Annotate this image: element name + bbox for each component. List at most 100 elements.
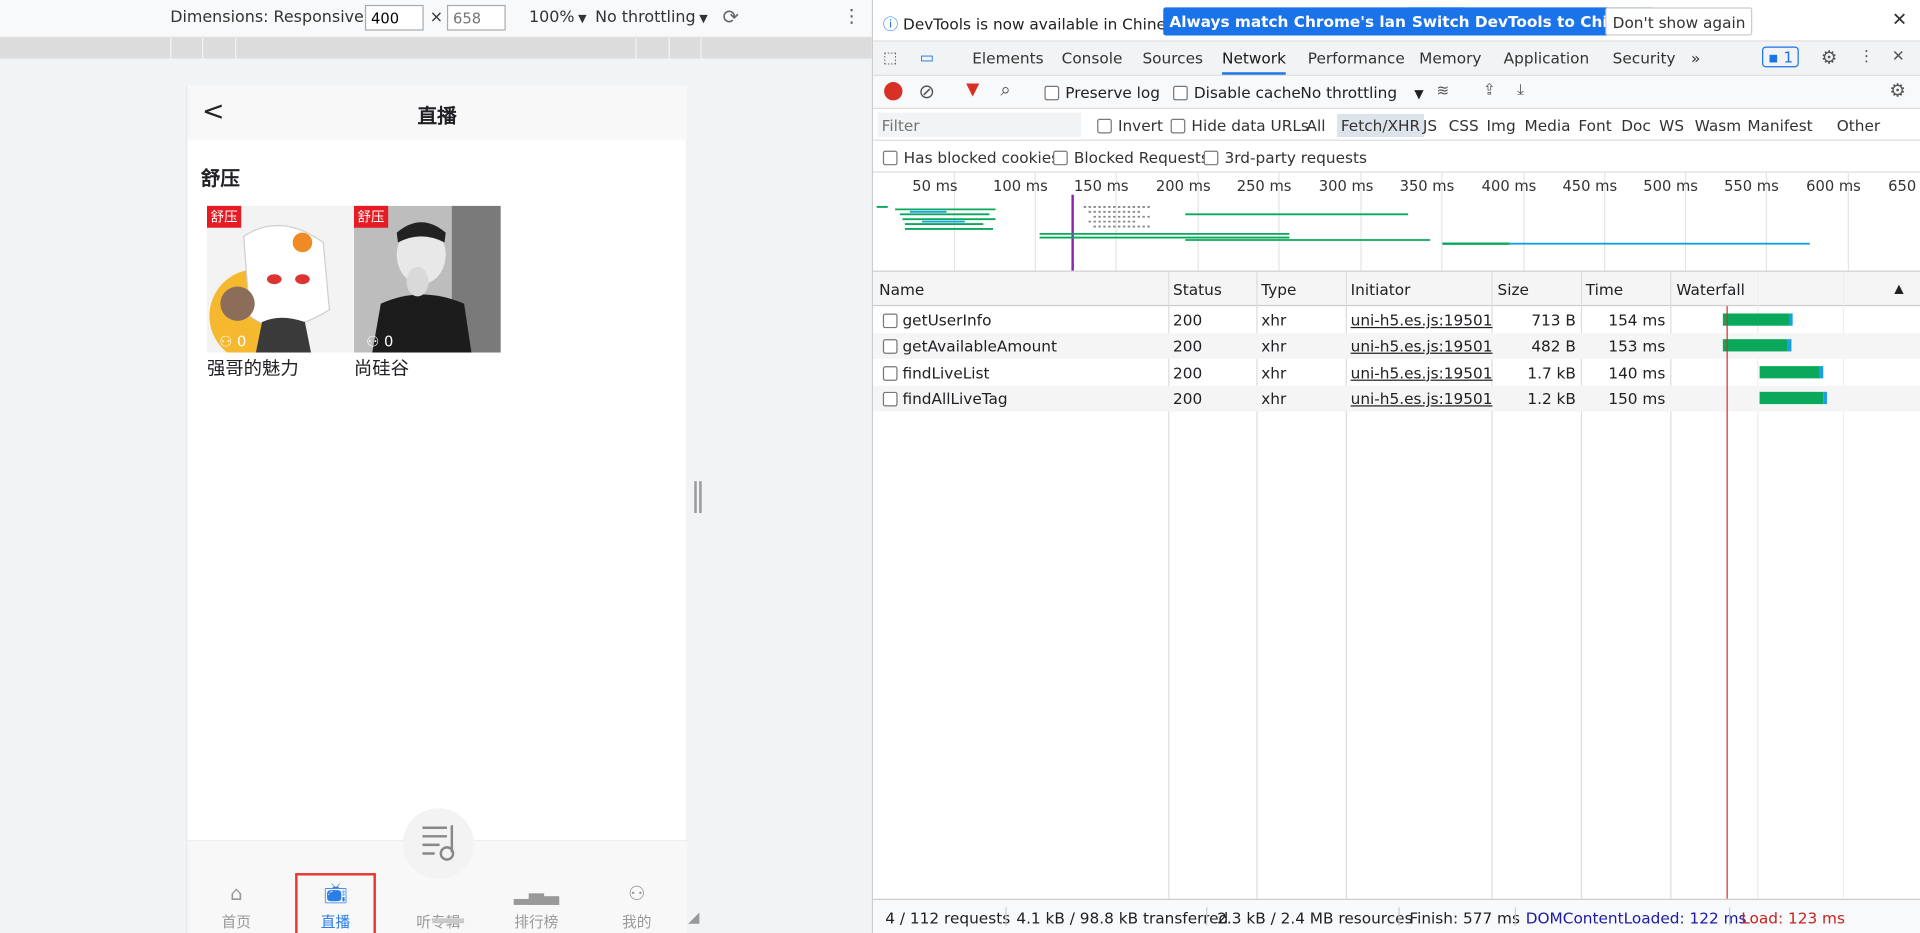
tab-memory[interactable]: Memory (1419, 49, 1481, 67)
finish-time: Finish: 577 ms (1409, 908, 1520, 927)
load-time: Load: 123 ms (1741, 908, 1845, 927)
import-har-icon[interactable]: ⇪ (1483, 80, 1496, 98)
row-select-checkbox[interactable] (882, 365, 898, 381)
filter-type-all[interactable]: All (1307, 116, 1326, 134)
filter-type-wasm[interactable]: Wasm (1695, 116, 1741, 134)
tab-security[interactable]: Security (1613, 49, 1676, 67)
has-blocked-cookies-checkbox[interactable]: Has blocked cookies (882, 148, 1059, 167)
tab-elements[interactable]: Elements (972, 49, 1043, 67)
live-card[interactable]: 舒压 ⚇ 0 (206, 205, 354, 353)
tab-album[interactable]: .听专辑 (402, 882, 475, 932)
issues-counter[interactable]: ▪ 1 (1762, 46, 1800, 68)
corner-resize-icon[interactable]: ◢ (688, 909, 699, 926)
export-har-icon[interactable]: ⤓ (1517, 80, 1524, 100)
network-settings-icon[interactable]: ⚙ (1889, 80, 1905, 102)
col-status[interactable]: Status (1173, 280, 1222, 298)
filter-type-fetch-xhr[interactable]: Fetch/XHR (1337, 113, 1424, 138)
overview-tick-label: 500 ms (1643, 177, 1698, 195)
overview-tick-label: 400 ms (1481, 177, 1537, 195)
close-devtools-icon[interactable]: ✕ (1892, 47, 1905, 65)
live-card[interactable]: 舒压 ⚇ 0 (353, 205, 501, 353)
live-card-title[interactable]: 强哥的魅力 (207, 355, 299, 381)
table-row[interactable]: getUserInfo 200 xhr uni-h5.es.js:19501 713 B… (873, 307, 1920, 333)
col-initiator[interactable]: Initiator (1351, 280, 1411, 298)
request-initiator[interactable]: uni-h5.es.js:19501 (1351, 337, 1493, 355)
dimensions-dropdown[interactable]: Dimensions: Responsive▼ (170, 9, 376, 27)
filter-type-manifest[interactable]: Manifest (1747, 116, 1812, 134)
customize-menu-icon[interactable]: ⋮ (1859, 47, 1874, 65)
request-name: findLiveList (902, 363, 990, 382)
request-count: 4 / 112 requests (885, 908, 1011, 927)
filter-type-css[interactable]: CSS (1449, 116, 1479, 134)
col-size[interactable]: Size (1498, 280, 1529, 298)
request-status: 200 (1173, 363, 1203, 382)
rotate-icon[interactable]: ⟳ (722, 5, 738, 28)
search-icon[interactable]: ⌕ (1000, 78, 1010, 100)
request-initiator[interactable]: uni-h5.es.js:19501 (1351, 311, 1493, 329)
tab-performance[interactable]: Performance (1308, 49, 1405, 67)
invert-checkbox[interactable]: Invert (1097, 116, 1163, 135)
height-input[interactable] (446, 4, 506, 31)
overview-tick-label: 600 ms (1806, 177, 1861, 195)
settings-icon[interactable]: ⚙ (1821, 47, 1837, 69)
filter-type-img[interactable]: Img (1487, 116, 1516, 134)
hide-data-urls-checkbox[interactable]: Hide data URLs (1170, 116, 1309, 135)
filter-type-media[interactable]: Media (1524, 116, 1570, 134)
filter-type-js[interactable]: JS (1423, 116, 1437, 134)
center-album-button[interactable] (402, 808, 474, 880)
tab-console[interactable]: Console (1062, 49, 1123, 67)
row-select-checkbox[interactable] (882, 339, 898, 355)
request-size: 1.7 kB (1527, 363, 1576, 382)
filter-type-font[interactable]: Font (1578, 116, 1611, 134)
width-input[interactable] (364, 4, 424, 31)
tab-mine[interactable]: ⚇ 我的 (600, 882, 673, 932)
more-tabs-icon[interactable]: » (1691, 49, 1700, 67)
timeline-overview[interactable]: 50 ms 100 ms 150 ms 200 ms 250 ms 300 ms 350 m… (873, 172, 1920, 272)
inspect-element-icon[interactable]: ⬚ (883, 48, 897, 66)
disable-cache-checkbox[interactable]: Disable cache (1173, 83, 1301, 102)
col-name[interactable]: Name (879, 280, 924, 298)
table-row[interactable]: getAvailableAmount 200 xhr uni-h5.es.js:195… (873, 333, 1920, 360)
waterfall-bar (1722, 339, 1792, 352)
col-time[interactable]: Time (1586, 280, 1623, 298)
tab-ranking[interactable]: ▂▄▃ 排行榜 (500, 882, 573, 932)
close-infobar-icon[interactable]: ✕ (1892, 9, 1907, 31)
row-select-checkbox[interactable] (882, 313, 898, 329)
more-options-icon[interactable]: ⋮ (842, 5, 860, 27)
tab-sources[interactable]: Sources (1142, 49, 1203, 67)
waterfall-download-segment (1787, 339, 1792, 352)
bottom-resize-handle[interactable] (432, 918, 465, 924)
third-party-requests-checkbox[interactable]: 3rd-party requests (1203, 148, 1367, 167)
infobar-message: ⓘ DevTools is now available in Chinese! (882, 14, 1190, 34)
zoom-dropdown[interactable]: 100% ▼ (529, 9, 587, 27)
tab-home[interactable]: ⌂ 首页 (200, 882, 273, 932)
col-type[interactable]: Type (1261, 280, 1296, 298)
tab-network[interactable]: Network (1222, 49, 1286, 75)
tab-application[interactable]: Application (1504, 49, 1590, 67)
request-initiator[interactable]: uni-h5.es.js:19501 (1351, 390, 1493, 408)
live-card-title[interactable]: 尚硅谷 (354, 355, 409, 381)
record-icon[interactable] (884, 82, 903, 101)
filter-icon[interactable]: ▼ (966, 80, 979, 100)
request-size: 713 B (1531, 311, 1576, 330)
col-waterfall[interactable]: Waterfall (1676, 280, 1745, 298)
table-row[interactable]: findAllLiveTag 200 xhr uni-h5.es.js:19501 1.… (873, 385, 1920, 412)
overview-tick-label: 250 ms (1236, 177, 1292, 195)
throttling-dropdown[interactable]: No throttling ▼ (595, 9, 708, 27)
preserve-log-checkbox[interactable]: Preserve log (1044, 83, 1160, 102)
blocked-requests-checkbox[interactable]: Blocked Requests (1053, 148, 1209, 167)
row-select-checkbox[interactable] (882, 392, 898, 407)
filter-type-other[interactable]: Other (1837, 116, 1880, 134)
clear-icon[interactable]: ⊘ (918, 80, 934, 103)
table-row[interactable]: findLiveList 200 xhr uni-h5.es.js:19501 1.7 … (873, 360, 1920, 386)
filter-type-doc[interactable]: Doc (1621, 116, 1651, 134)
request-initiator[interactable]: uni-h5.es.js:19501 (1351, 363, 1493, 381)
filter-input[interactable] (877, 112, 1082, 138)
network-conditions-icon[interactable]: ≋ (1436, 81, 1449, 99)
filter-type-ws[interactable]: WS (1659, 116, 1684, 134)
sort-up-icon[interactable]: ▲ (1894, 283, 1903, 296)
dont-show-again-button[interactable]: Don't show again (1605, 7, 1753, 36)
device-toggle-icon[interactable]: ▭ (920, 48, 934, 66)
side-resize-handle[interactable] (694, 481, 702, 514)
network-throttling-select[interactable]: No throttling ▼ (1300, 83, 1423, 101)
